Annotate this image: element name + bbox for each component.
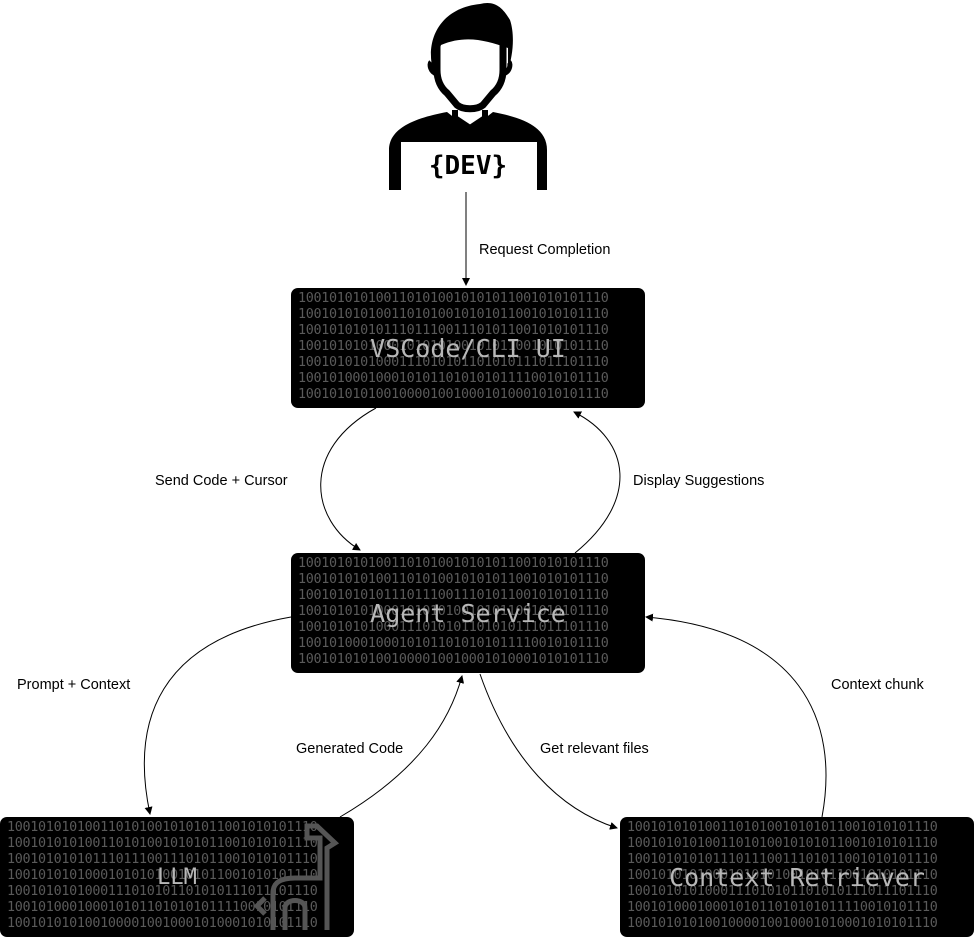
label-send-code: Send Code + Cursor xyxy=(155,473,288,489)
label-prompt-context: Prompt + Context xyxy=(17,677,131,693)
node-agent-service: 1001010101001101010010101011001010101110… xyxy=(291,553,645,673)
label-get-relevant-files: Get relevant files xyxy=(540,741,649,757)
llama-icon xyxy=(253,823,340,930)
label-display-suggestions: Display Suggestions xyxy=(633,473,765,489)
edge-send-code xyxy=(320,407,377,551)
edge-context-chunk xyxy=(645,613,827,818)
edge-display-suggestions xyxy=(573,411,621,554)
dev-label: {DEV} xyxy=(429,151,507,181)
node-label: Agent Service xyxy=(370,598,566,628)
node-label: VSCode/CLI UI xyxy=(370,333,566,363)
node-context-retriever: 1001010101001101010010101011001010101110… xyxy=(620,817,974,937)
label-request-completion: Request Completion xyxy=(479,242,611,258)
label-context-chunk: Context chunk xyxy=(831,677,924,693)
node-label: Context Retriever xyxy=(669,862,925,892)
node-vscode-cli-ui: 1001010101001101010010101011001010101110… xyxy=(291,288,645,408)
edge-prompt-context xyxy=(143,616,292,815)
developer-icon: {DEV} xyxy=(389,2,547,190)
label-generated-code: Generated Code xyxy=(296,741,404,757)
